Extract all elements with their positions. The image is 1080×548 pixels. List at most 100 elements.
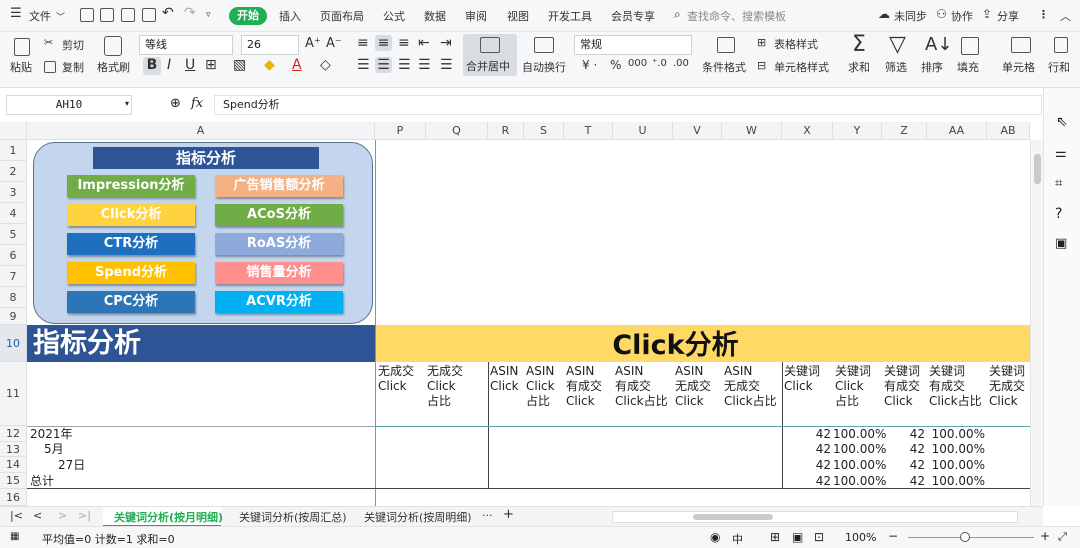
header-kw-deal-click[interactable]: 关键词 有成交 Click [884, 364, 927, 409]
next-sheet-icon[interactable]: > [58, 509, 67, 522]
cursor-icon[interactable]: ⇖ [1056, 114, 1068, 130]
spreadsheet-grid[interactable]: A P Q R S T U V W X Y Z AA AB 1 2 3 4 5 … [0, 122, 1043, 506]
image-icon[interactable]: ▣ [1055, 236, 1067, 251]
wrap-text-button[interactable]: 自动换行 [522, 59, 566, 75]
vertical-scrollbar[interactable] [1030, 140, 1043, 506]
align-top-icon[interactable]: ≡ [357, 35, 369, 51]
acvr-analysis-button[interactable]: ACVR分析 [215, 291, 343, 313]
save-icon[interactable] [80, 8, 94, 22]
conditional-format-button[interactable]: 条件格式 [702, 59, 746, 75]
align-left-icon[interactable]: ☰ [357, 57, 370, 73]
prev-sheet-icon[interactable]: < [33, 509, 42, 522]
sales-qty-analysis-button[interactable]: 销售量分析 [215, 262, 343, 284]
cpc-analysis-button[interactable]: CPC分析 [67, 291, 195, 313]
col-header-a[interactable]: A [27, 122, 375, 140]
col-header-z[interactable]: Z [882, 122, 927, 140]
percent-icon[interactable]: % [610, 58, 621, 72]
horizontal-scroll-thumb[interactable] [693, 514, 773, 520]
indent-increase-icon[interactable]: ⇥ [440, 35, 452, 51]
command-search-input[interactable]: 查找命令、搜索模板 [687, 8, 786, 24]
fill-pattern-icon[interactable]: ▧ [233, 57, 246, 73]
header-no-deal-click[interactable]: 无成交 Click [378, 364, 426, 394]
customize-chevron-icon[interactable]: ▿ [206, 10, 211, 20]
col-header-r[interactable]: R [488, 122, 524, 140]
row-header-9[interactable]: 9 [0, 308, 27, 325]
horizontal-scrollbar[interactable] [612, 511, 1018, 523]
click-analysis-banner[interactable]: Click分析 [376, 325, 1030, 362]
row-header-6[interactable]: 6 [0, 245, 27, 266]
col-header-aa[interactable]: AA [927, 122, 987, 140]
eye-protect-icon[interactable]: ◉ [710, 530, 720, 544]
select-all-corner[interactable] [0, 122, 27, 140]
ctr-analysis-button[interactable]: CTR分析 [67, 233, 195, 255]
cell-style-button[interactable]: 单元格样式 [774, 59, 829, 75]
undo-icon[interactable]: ↶ [162, 5, 174, 21]
menu-file[interactable]: 文件 [29, 8, 51, 24]
align-center-icon[interactable]: ☰ [375, 57, 392, 73]
row-header-10[interactable]: 10 [0, 325, 27, 362]
zoom-icon[interactable]: ⊕ [170, 96, 181, 111]
distribute-icon[interactable]: ☰ [440, 57, 453, 73]
row-header-8[interactable]: 8 [0, 287, 27, 308]
col-header-u[interactable]: U [613, 122, 673, 140]
col-header-s[interactable]: S [524, 122, 564, 140]
align-middle-icon[interactable]: ≡ [375, 35, 392, 51]
increase-font-icon[interactable]: A⁺ [305, 36, 321, 51]
last-sheet-icon[interactable]: >| [78, 509, 91, 522]
hamburger-menu-icon[interactable]: ☰ [10, 6, 22, 21]
border-icon[interactable]: ⊞ [205, 57, 217, 73]
fullscreen-icon[interactable]: ⤢ [1058, 530, 1067, 544]
cell-aa12[interactable]: 100.00% [927, 427, 985, 441]
tab-developer[interactable]: 开发工具 [548, 8, 592, 24]
bold-button[interactable]: B [143, 57, 161, 75]
header-asin-deal-click[interactable]: ASIN 有成交 Click [566, 364, 613, 409]
row-col-button[interactable]: 行和 [1048, 59, 1070, 75]
cell-aa14[interactable]: 100.00% [927, 458, 985, 472]
crop-icon[interactable]: ⌗ [1055, 176, 1062, 191]
ad-sales-analysis-button[interactable]: 广告销售额分析 [215, 175, 343, 197]
header-asin-no-deal-click-ratio[interactable]: ASIN 无成交 Click占比 [724, 364, 782, 409]
click-analysis-button[interactable]: Click分析 [67, 204, 195, 226]
zoom-slider-track[interactable] [908, 537, 1034, 538]
row-header-16[interactable]: 16 [0, 489, 27, 506]
underline-button[interactable]: U [185, 57, 195, 73]
cell-y14[interactable]: 100.00% [833, 458, 886, 472]
zoom-out-icon[interactable]: − [888, 529, 898, 543]
cell-aa15[interactable]: 100.00% [927, 474, 985, 488]
more-sheets-icon[interactable]: ··· [482, 509, 493, 522]
row-header-12[interactable]: 12 [0, 426, 27, 442]
cell-x13[interactable]: 42 [782, 442, 831, 456]
tab-data[interactable]: 数据 [424, 8, 446, 24]
add-sheet-icon[interactable]: + [503, 507, 514, 522]
header-kw-click-ratio[interactable]: 关键词 Click 占比 [835, 364, 882, 409]
row-header-11[interactable]: 11 [0, 362, 27, 426]
col-header-v[interactable]: V [673, 122, 722, 140]
copy-button[interactable]: 复制 [62, 59, 84, 75]
col-header-ab[interactable]: AB [987, 122, 1030, 140]
thousands-icon[interactable]: 000 [628, 58, 647, 69]
row-header-5[interactable]: 5 [0, 224, 27, 245]
tab-start[interactable]: 开始 [229, 7, 267, 25]
merge-center-button[interactable]: 合并居中 [466, 58, 510, 74]
vertical-scroll-thumb[interactable] [1034, 154, 1041, 184]
collapse-ribbon-icon[interactable]: ︿ [1060, 8, 1071, 24]
format-painter-button[interactable]: 格式刷 [97, 59, 130, 75]
cell-aa13[interactable]: 100.00% [927, 442, 985, 456]
row10-metric-banner[interactable]: 指标分析 [27, 325, 375, 362]
paste-button[interactable]: 粘贴 [10, 59, 32, 75]
row-header-4[interactable]: 4 [0, 203, 27, 224]
zoom-in-icon[interactable]: + [1040, 529, 1050, 543]
tab-page-layout[interactable]: 页面布局 [320, 8, 364, 24]
acos-analysis-button[interactable]: ACoS分析 [215, 204, 343, 226]
col-header-w[interactable]: W [722, 122, 782, 140]
tab-view[interactable]: 视图 [507, 8, 529, 24]
autosum-button[interactable]: 求和 [848, 59, 870, 75]
decrease-decimal-icon[interactable]: .00 [673, 58, 689, 69]
sheet-tab-weekly-summary[interactable]: 关键词分析(按周汇总) [239, 509, 347, 525]
tab-review[interactable]: 审阅 [465, 8, 487, 24]
font-color-icon[interactable]: A [292, 57, 302, 73]
roas-analysis-button[interactable]: RoAS分析 [215, 233, 343, 255]
print-preview-icon[interactable] [142, 8, 156, 22]
sort-button[interactable]: 排序 [921, 59, 943, 75]
name-box-chevron-icon[interactable]: ▾ [125, 99, 129, 108]
